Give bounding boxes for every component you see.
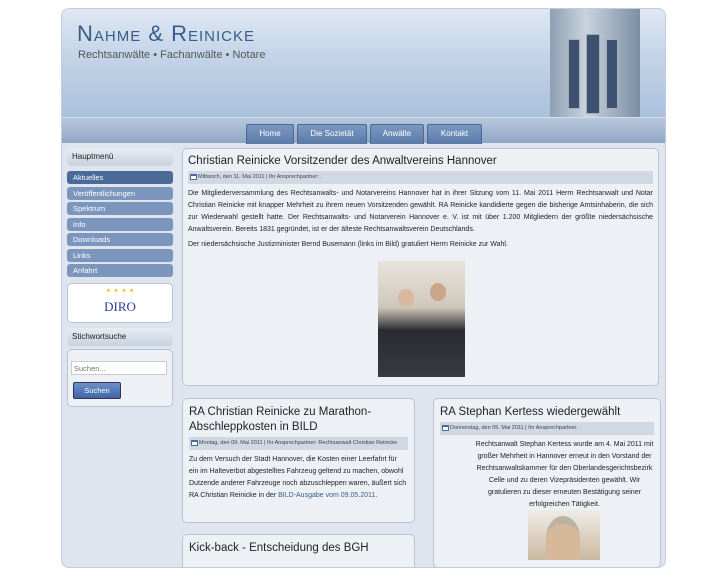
calendar-icon — [191, 439, 198, 446]
article-1: Christian Reinicke Vorsitzender des Anwa… — [182, 148, 659, 386]
article-text: Die Mitgliederversammlung des Rechtsanwa… — [188, 190, 653, 233]
article-text: Zu dem Versuch der Stadt Hannover, die K… — [189, 456, 407, 499]
main-menu-heading: Hauptmenü — [67, 148, 173, 166]
article-text: Der niedersächsische Justizminister Bern… — [188, 241, 508, 248]
calendar-icon — [442, 424, 449, 431]
nav-home[interactable]: Home — [246, 124, 294, 144]
article-photo — [378, 261, 465, 377]
article-4: Kick-back - Entscheidung des BGH — [182, 534, 415, 567]
article-title[interactable]: Kick-back - Entscheidung des BGH — [189, 541, 408, 556]
diro-text: DIRO — [104, 299, 136, 314]
menu-info[interactable]: Info — [67, 218, 173, 231]
menu-spektrum[interactable]: Spektrum — [67, 202, 173, 215]
article-title[interactable]: RA Stephan Kertess wiedergewählt — [440, 405, 654, 420]
menu-downloads[interactable]: Downloads — [67, 233, 173, 246]
nav-kontakt[interactable]: Kontakt — [427, 124, 482, 144]
nav-anwaelte[interactable]: Anwälte — [370, 124, 424, 144]
article-meta: Donnerstag, den 05. Mai 2011 | Ihr Anspr… — [440, 422, 654, 435]
article-2: RA Christian Reinicke zu Marathon-Abschl… — [182, 398, 415, 523]
tagline: Rechtsanwälte • Fachanwälte • Notare — [78, 49, 266, 61]
page-container: Nahme & Reinicke Rechtsanwälte • Fachanw… — [61, 8, 666, 568]
menu-aktuelles[interactable]: Aktuelles — [67, 171, 173, 184]
article-text: Rechtsanwalt Stephan Kertess wurde am 4.… — [475, 441, 654, 508]
search-input[interactable] — [71, 361, 167, 375]
nav-die-sozietaet[interactable]: Die Sozietät — [297, 124, 367, 144]
main-nav: Home Die Sozietät Anwälte Kontakt — [62, 117, 665, 144]
menu-veroeffentlichungen[interactable]: Veröffentlichungen — [67, 187, 173, 200]
calendar-icon — [190, 173, 197, 180]
search-box: Suchen — [67, 349, 173, 407]
article-title[interactable]: Christian Reinicke Vorsitzender des Anwa… — [188, 154, 653, 169]
header-banner: Nahme & Reinicke Rechtsanwälte • Fachanw… — [62, 9, 665, 119]
search-heading: Stichwortsuche — [67, 328, 173, 346]
menu-anfahrt[interactable]: Anfahrt — [67, 264, 173, 277]
stars-icon: ✶ ✶ ✶ ✶ — [105, 288, 135, 295]
search-button[interactable]: Suchen — [73, 382, 121, 399]
article-meta: Montag, den 09. Mai 2011 | Ihr Ansprechp… — [189, 437, 408, 450]
menu-links[interactable]: Links — [67, 249, 173, 262]
site-logo[interactable]: Nahme & Reinicke — [77, 21, 255, 47]
article-title[interactable]: RA Christian Reinicke zu Marathon-Abschl… — [189, 405, 408, 435]
diro-logo[interactable]: ✶ ✶ ✶ ✶ DIRO — [67, 283, 173, 323]
article-3: RA Stephan Kertess wiedergewählt Donners… — [433, 398, 661, 567]
bild-link[interactable]: BILD-Ausgabe vom 09.05.2011 — [278, 492, 375, 499]
building-image — [550, 9, 640, 119]
article-meta: Mittwoch, den 11. Mai 2011 | Ihr Ansprec… — [188, 171, 653, 184]
kertess-photo — [528, 510, 600, 560]
